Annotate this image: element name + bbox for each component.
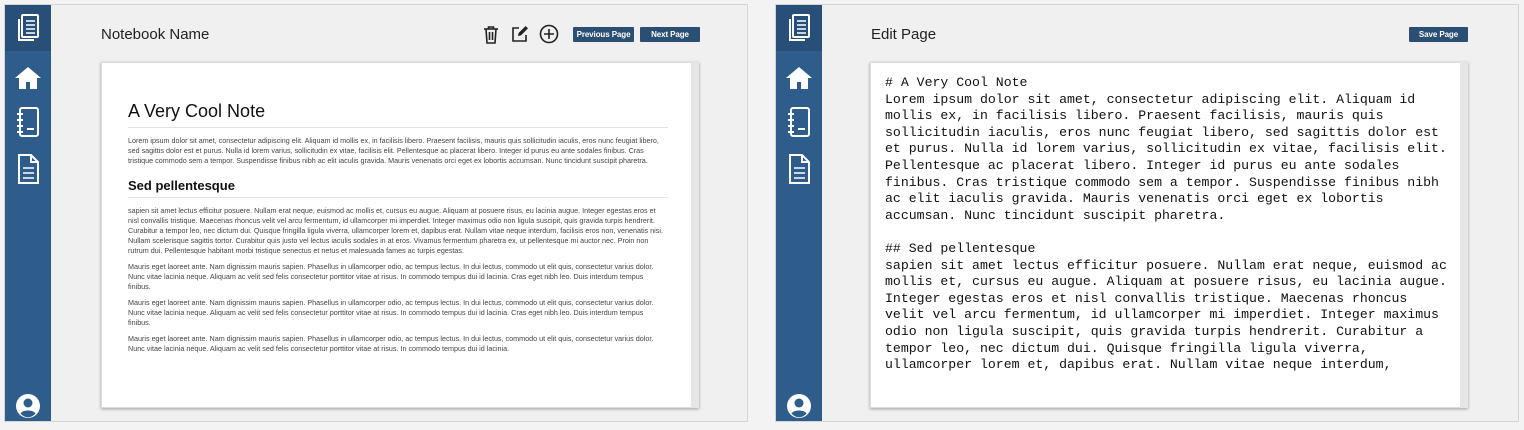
notebook-icon	[786, 106, 812, 138]
next-page-button[interactable]: Next Page	[640, 27, 700, 42]
page-button[interactable]	[776, 146, 822, 192]
user-button[interactable]	[776, 383, 822, 421]
previous-page-button[interactable]: Previous Page	[573, 27, 634, 42]
page-button[interactable]	[5, 146, 51, 192]
page-icon	[787, 153, 811, 185]
notebook-icon	[15, 106, 41, 138]
note-paragraph: sapien sit amet lectus efficitur posuere…	[128, 206, 663, 255]
home-icon	[13, 65, 43, 91]
notebook-button[interactable]	[5, 99, 51, 145]
editor-paragraph: sapien sit amet lectus efficitur posuere…	[885, 257, 1455, 373]
page-icon	[16, 153, 40, 185]
notebooks-button[interactable]	[776, 5, 822, 51]
notebooks-icon	[14, 13, 42, 43]
scrollbar[interactable]	[691, 62, 699, 408]
home-icon	[784, 65, 814, 91]
note-subheading: Sed pellentesque	[128, 178, 668, 198]
user-button[interactable]	[5, 383, 51, 421]
user-icon	[786, 393, 812, 419]
editor-line: # A Very Cool Note	[885, 75, 1028, 90]
editor-page: # A Very Cool Note Lorem ipsum dolor sit …	[870, 62, 1468, 408]
rendered-note: A Very Cool Note Lorem ipsum dolor sit a…	[102, 63, 698, 354]
note-paragraph: Mauris eget laoreet ante. Nam dignissim …	[128, 298, 654, 327]
note-paragraph: Mauris eget laoreet ante. Nam dignissim …	[128, 334, 654, 353]
editor-paragraph: Lorem ipsum dolor sit amet, consectetur …	[885, 91, 1455, 223]
delete-icon[interactable]	[481, 24, 501, 44]
notebooks-icon	[785, 13, 813, 43]
note-heading: A Very Cool Note	[128, 101, 668, 128]
note-page: A Very Cool Note Lorem ipsum dolor sit a…	[101, 62, 699, 408]
edit-page-window: Edit Page Save Page # A Very Cool Note Lo…	[775, 4, 1519, 422]
sidebar	[776, 5, 822, 421]
markdown-editor[interactable]: # A Very Cool Note Lorem ipsum dolor sit …	[871, 63, 1467, 374]
notebooks-button[interactable]	[5, 5, 51, 51]
app-stage: Notebook Name Previous Page Next Page A …	[0, 0, 1524, 430]
note-paragraph: Mauris eget laoreet ante. Nam dignissim …	[128, 262, 654, 291]
scrollbar[interactable]	[1460, 62, 1468, 408]
notebook-button[interactable]	[776, 99, 822, 145]
sidebar	[5, 5, 51, 421]
page-title: Edit Page	[871, 26, 937, 43]
note-paragraph: Lorem ipsum dolor sit amet, consectetur …	[128, 136, 659, 165]
editor-line: ## Sed pellentesque	[885, 240, 1036, 256]
home-button[interactable]	[776, 55, 822, 101]
edit-icon[interactable]	[510, 24, 530, 44]
user-icon	[15, 393, 41, 419]
add-icon[interactable]	[539, 24, 559, 44]
editor-blank-line	[885, 224, 1453, 241]
notebook-view-window: Notebook Name Previous Page Next Page A …	[4, 4, 748, 422]
notebook-title: Notebook Name	[101, 26, 210, 43]
home-button[interactable]	[5, 55, 51, 101]
save-page-button[interactable]: Save Page	[1409, 27, 1468, 42]
